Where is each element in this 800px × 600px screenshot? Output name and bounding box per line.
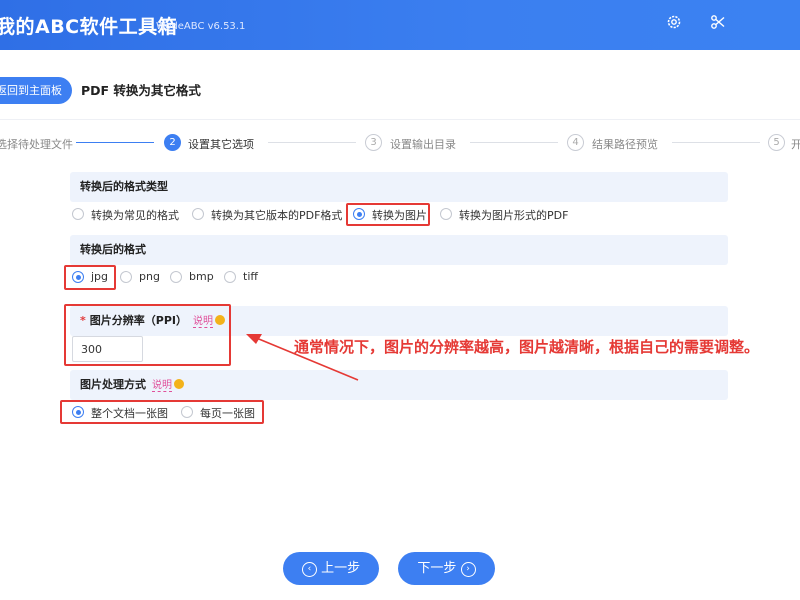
- help-icon: [214, 315, 225, 325]
- next-step-button[interactable]: 下一步 ›: [398, 552, 495, 585]
- radio-dot: [170, 271, 182, 283]
- processing-title: 图片处理方式: [80, 378, 146, 391]
- format-type-options: 转换为常见的格式 转换为其它版本的PDF格式 转换为图片 转换为图片形式的PDF: [70, 203, 670, 225]
- radio-dot: [440, 208, 452, 220]
- processing-section-title: 图片处理方式 说明: [70, 370, 728, 400]
- step-1-label: 选择待处理文件: [0, 138, 73, 151]
- scissors-icon-svg: [711, 15, 725, 29]
- radio-label: 转换为图片形式的PDF: [459, 209, 569, 222]
- step-3-number: 3: [365, 134, 382, 151]
- radio-label: 整个文档一张图: [91, 407, 168, 420]
- help-icon: [174, 379, 184, 389]
- resolution-title: 图片分辨率（PPI）: [89, 314, 187, 327]
- radio-label: 转换为其它版本的PDF格式: [211, 209, 343, 222]
- step-connector: [672, 142, 760, 143]
- scissors-icon[interactable]: [708, 14, 728, 34]
- radio-label: 每页一张图: [200, 407, 255, 420]
- radio-dot: [181, 406, 193, 418]
- step-connector: [470, 142, 558, 143]
- radio-label: jpg: [91, 270, 109, 283]
- step-4-number: 4: [567, 134, 584, 151]
- radio-dot: [120, 271, 132, 283]
- page-title: PDF 转换为其它格式: [81, 83, 201, 98]
- chevron-left-icon: ‹: [301, 562, 317, 577]
- ppi-input[interactable]: [72, 336, 143, 362]
- radio-dot: [224, 271, 236, 283]
- processing-options: 整个文档一张图 每页一张图: [70, 401, 370, 423]
- processing-help-link[interactable]: 说明: [152, 380, 172, 392]
- output-format-options: jpg png bmp tiff: [70, 266, 370, 288]
- step-4-label: 结果路径预览: [592, 138, 658, 151]
- annotation-text: 通常情况下，图片的分辨率越高，图片越清晰，根据自己的需要调整。: [294, 338, 760, 356]
- app-title: 我的ABC软件工具箱: [0, 16, 178, 38]
- title-bar: 我的ABC软件工具箱 WodeABC v6.53.1: [0, 0, 800, 50]
- back-to-main-button[interactable]: 返回到主面板: [0, 77, 72, 104]
- radio-label: 转换为图片: [372, 209, 427, 222]
- resolution-section-title: * 图片分辨率（PPI） 说明: [70, 306, 728, 336]
- resolution-help-link[interactable]: 说明: [192, 316, 213, 328]
- radio-dot: [192, 208, 204, 220]
- next-step-label: 下一步: [417, 561, 457, 576]
- radio-dot: [72, 208, 84, 220]
- radio-dot: [353, 208, 365, 220]
- step-indicator: 选择待处理文件 2 设置其它选项 3 设置输出目录 4 结果路径预览 5 开: [0, 128, 800, 158]
- radio-label: tiff: [243, 270, 258, 283]
- gear-icon-svg: [667, 15, 681, 29]
- step-3-label: 设置输出目录: [390, 138, 456, 151]
- prev-step-button[interactable]: ‹ 上一步: [283, 552, 379, 585]
- prev-step-label: 上一步: [321, 561, 361, 576]
- page-header: 返回到主面板 PDF 转换为其它格式: [0, 50, 800, 120]
- app-version: WodeABC v6.53.1: [156, 21, 246, 32]
- step-2-label: 设置其它选项: [188, 138, 254, 151]
- radio-dot: [72, 406, 84, 418]
- radio-label: png: [139, 270, 160, 283]
- step-5-label: 开: [791, 138, 800, 151]
- step-2-number: 2: [164, 134, 181, 151]
- output-format-section-title: 转换后的格式: [70, 235, 728, 265]
- radio-label: bmp: [189, 270, 214, 283]
- step-connector: [76, 142, 154, 143]
- gear-icon[interactable]: [664, 14, 684, 34]
- step-5-number: 5: [768, 134, 785, 151]
- step-connector: [268, 142, 356, 143]
- required-mark: *: [80, 314, 86, 327]
- chevron-right-icon: ›: [460, 562, 476, 577]
- radio-label: 转换为常见的格式: [91, 209, 179, 222]
- format-type-section-title: 转换后的格式类型: [70, 172, 728, 202]
- radio-dot: [72, 271, 84, 283]
